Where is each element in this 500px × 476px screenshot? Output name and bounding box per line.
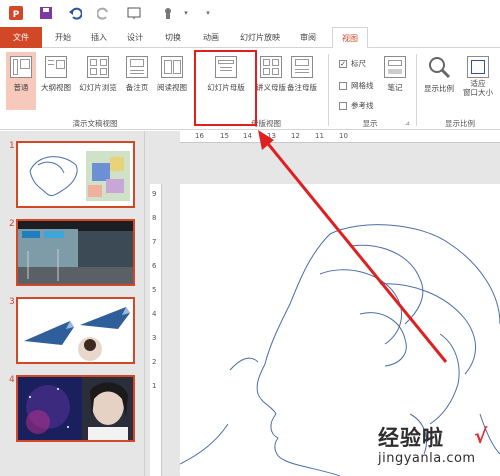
annotation-arrow	[258, 130, 448, 363]
checkmark-icon: √	[474, 424, 488, 448]
watermark-title: 经验啦	[378, 426, 444, 450]
watermark: 经验啦 √ jingyanla.com	[374, 420, 496, 474]
arrow-shaft	[263, 139, 448, 363]
watermark-url: jingyanla.com	[378, 451, 476, 466]
